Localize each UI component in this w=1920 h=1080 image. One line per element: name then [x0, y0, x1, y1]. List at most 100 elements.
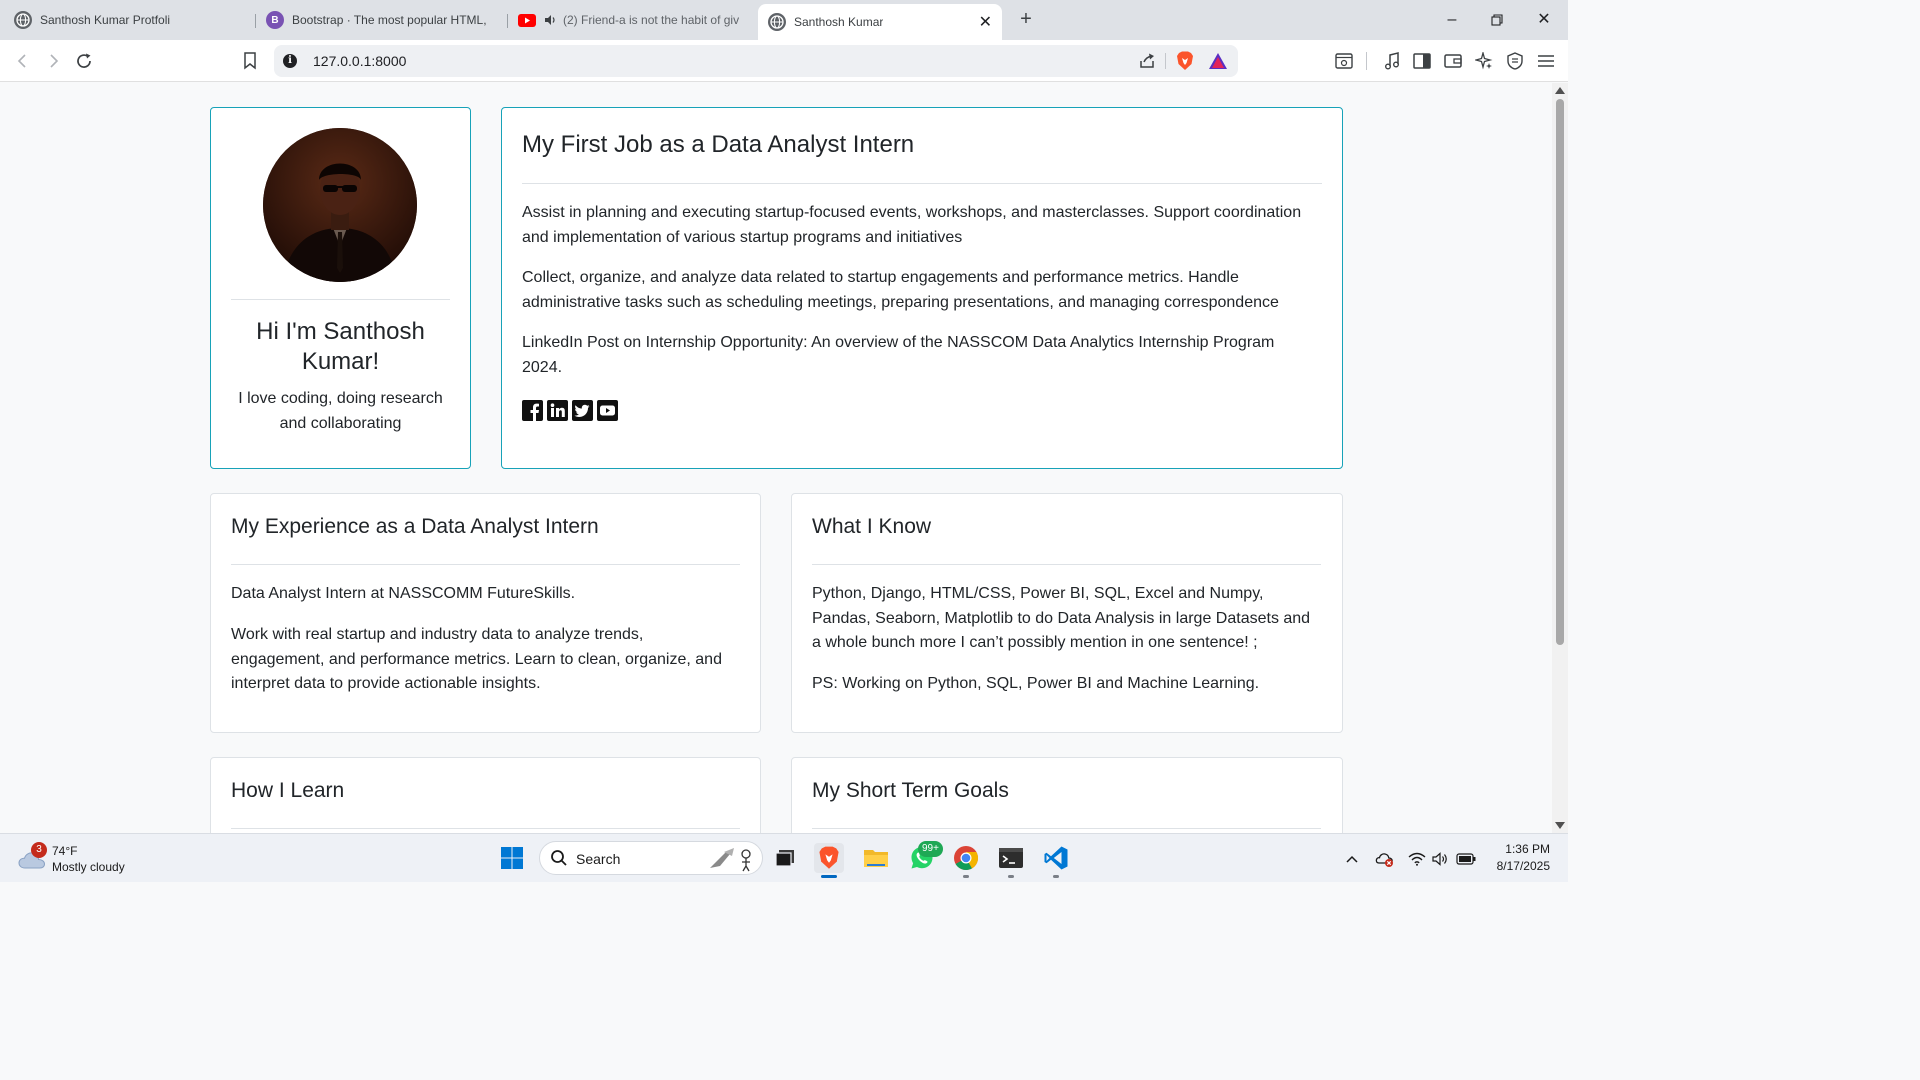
- tab-title: Santhosh Kumar Protfoli: [40, 13, 171, 27]
- close-window-button[interactable]: ✕: [1524, 6, 1564, 34]
- battery-icon[interactable]: [1456, 849, 1476, 869]
- sidebar-icon[interactable]: [1410, 49, 1434, 73]
- tab-title: Bootstrap · The most popular HTML,: [292, 13, 487, 27]
- how-i-learn-divider: [231, 828, 740, 829]
- skills-paragraph: Python, Django, HTML/CSS, Power BI, SQL,…: [812, 585, 1311, 651]
- toolbar-separator: [1366, 52, 1367, 70]
- tab-youtube[interactable]: (2) Friend-a is not the habit of giv: [508, 4, 750, 36]
- experience-card: My Experience as a Data Analyst Intern D…: [210, 493, 761, 733]
- experience-paragraph: Data Analyst Intern at NASSCOMM FutureSk…: [231, 585, 576, 602]
- system-clock[interactable]: 1:36 PM 8/17/2025: [1478, 841, 1550, 875]
- windows-start-icon[interactable]: [497, 843, 527, 873]
- menu-icon[interactable]: [1534, 49, 1558, 73]
- tab-title: Santhosh Kumar: [794, 15, 884, 29]
- experience-divider: [231, 564, 740, 565]
- bootstrap-logo-icon: B: [266, 11, 284, 29]
- scroll-down-arrow[interactable]: [1555, 822, 1565, 829]
- twitter-icon[interactable]: [572, 400, 593, 421]
- new-tab-button[interactable]: +: [1014, 8, 1038, 32]
- leo-ai-icon[interactable]: [1472, 49, 1496, 73]
- how-i-learn-title: How I Learn: [231, 779, 345, 802]
- experience-title: My Experience as a Data Analyst Intern: [231, 515, 599, 538]
- skills-card: What I Know Python, Django, HTML/CSS, Po…: [791, 493, 1343, 733]
- search-label: Search: [576, 851, 621, 867]
- omnibox-separator: [1165, 53, 1166, 69]
- experience-paragraph: Work with real startup and industry data…: [231, 626, 722, 692]
- first-job-title: My First Job as a Data Analyst Intern: [522, 131, 915, 158]
- wallet-icon[interactable]: [1441, 49, 1465, 73]
- profile-name: Hi I'm Santhosh Kumar!: [256, 318, 425, 375]
- restore-button[interactable]: [1477, 6, 1517, 34]
- taskbar-search[interactable]: Search: [539, 841, 763, 875]
- short-term-goals-title: My Short Term Goals: [812, 779, 1009, 802]
- first-job-paragraph: Assist in planning and executing startup…: [522, 204, 1302, 246]
- running-app-indicator: [1053, 875, 1059, 878]
- first-job-paragraph: Collect, organize, and analyze data rela…: [522, 269, 1279, 311]
- address-url[interactable]: 127.0.0.1:8000: [313, 53, 406, 69]
- back-icon[interactable]: [11, 49, 35, 73]
- tab-title: (2) Friend-a is not the habit of giv: [563, 13, 740, 27]
- wifi-icon[interactable]: [1407, 849, 1427, 869]
- terminal-icon[interactable]: [996, 843, 1026, 873]
- task-view-icon[interactable]: [770, 843, 800, 873]
- bookmark-icon[interactable]: [238, 49, 262, 73]
- running-app-indicator: [1008, 875, 1014, 878]
- show-hidden-icons-chevron-icon[interactable]: [1342, 849, 1362, 869]
- profile-bio: I love coding, doing research and collab…: [238, 390, 443, 432]
- music-icon[interactable]: [1380, 49, 1404, 73]
- social-links: [522, 400, 618, 421]
- search-icon: [550, 849, 568, 872]
- chrome-icon[interactable]: [951, 843, 981, 873]
- scrollbar-thumb[interactable]: [1556, 99, 1564, 645]
- volume-icon[interactable]: [1431, 849, 1451, 869]
- short-term-goals-card: My Short Term Goals: [791, 757, 1343, 833]
- vpn-icon[interactable]: [1503, 49, 1527, 73]
- windows-taskbar: 3 74°F Mostly cloudy Search 99+ 1:36 PM …: [0, 833, 1568, 882]
- linkedin-icon[interactable]: [547, 400, 568, 421]
- forward-icon[interactable]: [41, 49, 65, 73]
- weather-widget[interactable]: 3 74°F Mostly cloudy: [18, 842, 158, 876]
- search-highlight-icon: [708, 846, 754, 877]
- page-scrollbar[interactable]: [1552, 83, 1568, 833]
- youtube-icon[interactable]: [597, 400, 618, 421]
- reload-icon[interactable]: [72, 49, 96, 73]
- running-app-indicator: [963, 875, 969, 878]
- tab-portfolio[interactable]: Santhosh Kumar Protfoli: [4, 4, 254, 36]
- active-app-indicator: [821, 875, 837, 878]
- first-job-card: My First Job as a Data Analyst Intern As…: [501, 107, 1343, 469]
- youtube-logo-icon: [518, 11, 536, 29]
- site-info-icon[interactable]: i: [283, 54, 297, 68]
- page-viewport: Hi I'm Santhosh Kumar! I love coding, do…: [0, 83, 1552, 833]
- brave-browser-icon[interactable]: [814, 843, 844, 873]
- tab-santhosh-kumar[interactable]: Santhosh Kumar ✕: [758, 4, 1002, 40]
- whatsapp-unread-badge: 99+: [918, 841, 943, 857]
- weather-alert-badge: 3: [31, 842, 47, 858]
- file-explorer-icon[interactable]: [861, 843, 891, 873]
- speaker-icon[interactable]: [544, 14, 557, 26]
- reading-mode-icon[interactable]: [1332, 49, 1356, 73]
- minimize-button[interactable]: –: [1432, 6, 1472, 34]
- first-job-divider: [522, 183, 1322, 184]
- brave-shields-icon[interactable]: [1176, 51, 1194, 76]
- profile-photo: [263, 128, 417, 282]
- share-icon[interactable]: [1138, 52, 1156, 75]
- skills-title: What I Know: [812, 515, 932, 538]
- globe-icon: [768, 13, 786, 31]
- skills-paragraph: PS: Working on Python, SQL, Power BI and…: [812, 675, 1260, 692]
- profile-divider: [231, 299, 450, 300]
- clock-date: 8/17/2025: [1496, 859, 1550, 873]
- facebook-icon[interactable]: [522, 400, 543, 421]
- tab-bootstrap[interactable]: B Bootstrap · The most popular HTML,: [256, 4, 506, 36]
- how-i-learn-card: How I Learn: [210, 757, 761, 833]
- vscode-icon[interactable]: [1041, 843, 1071, 873]
- onedrive-error-icon[interactable]: [1375, 849, 1395, 869]
- clock-time: 1:36 PM: [1505, 842, 1550, 856]
- address-bar[interactable]: i 127.0.0.1:8000: [274, 45, 1238, 77]
- weather-condition: Mostly cloudy: [52, 860, 125, 874]
- close-tab-icon[interactable]: ✕: [971, 12, 992, 32]
- scroll-up-arrow[interactable]: [1555, 87, 1565, 94]
- brave-rewards-icon[interactable]: [1208, 52, 1228, 75]
- temperature: 74°F: [52, 844, 78, 858]
- globe-icon: [14, 11, 32, 29]
- first-job-paragraph: LinkedIn Post on Internship Opportunity:…: [522, 334, 1275, 376]
